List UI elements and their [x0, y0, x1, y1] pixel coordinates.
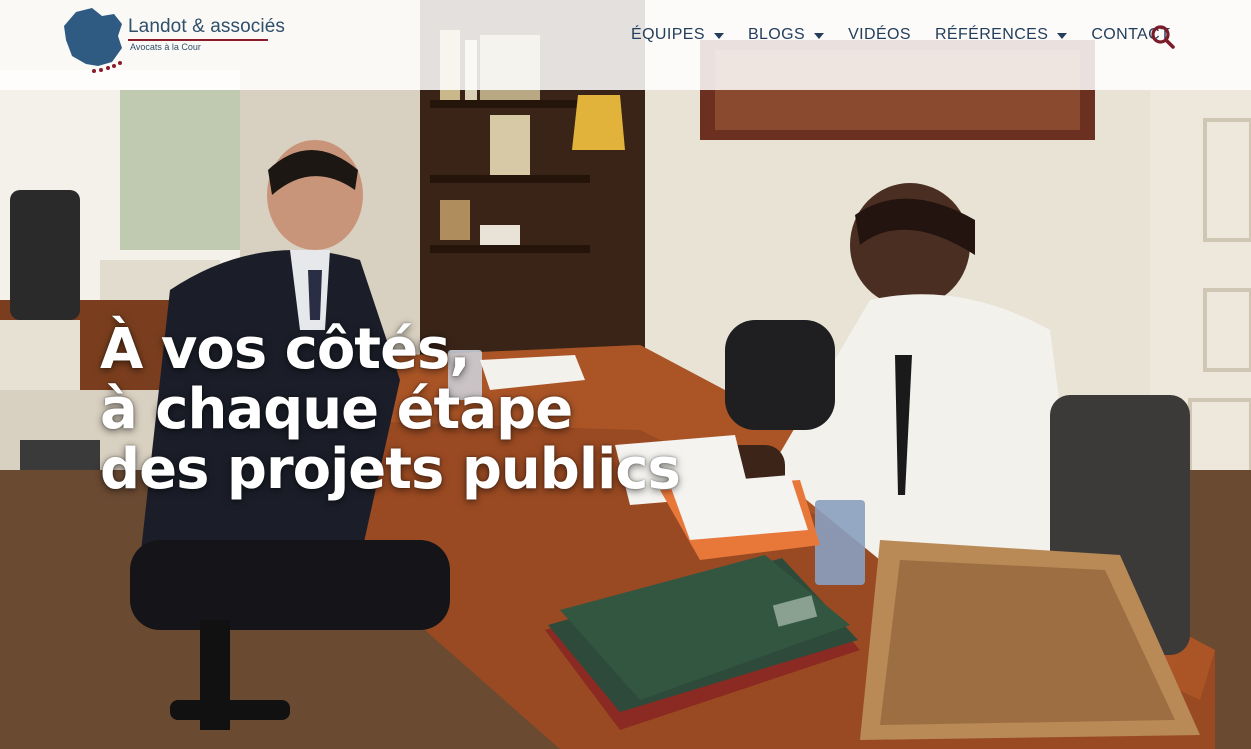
chevron-down-icon	[814, 32, 825, 39]
nav-item-label: VIDÉOS	[848, 26, 911, 43]
logo-tagline: Avocats à la Cour	[130, 42, 201, 52]
logo-divider	[128, 39, 268, 41]
chevron-down-icon	[713, 32, 724, 39]
nav-item-equipes[interactable]: ÉQUIPES	[631, 26, 724, 44]
chevron-down-icon	[1057, 32, 1068, 39]
nav-item-label: RÉFÉRENCES	[934, 26, 1049, 43]
search-button[interactable]	[1150, 24, 1176, 50]
france-map-icon	[64, 8, 122, 73]
nav-item-videos[interactable]: VIDÉOS	[848, 26, 911, 44]
nav-item-label: BLOGS	[747, 26, 806, 43]
hero-headline: À vos côtés, à chaque étape des projets …	[100, 320, 800, 500]
nav-item-label: ÉQUIPES	[631, 26, 705, 43]
headline-line-2: à chaque étape	[100, 377, 573, 442]
nav-item-references[interactable]: RÉFÉRENCES	[934, 26, 1068, 44]
search-icon	[1151, 25, 1175, 49]
site-header: Landot & associés Avocats à la Cour ÉQUI…	[0, 0, 1251, 90]
site-logo[interactable]: Landot & associés Avocats à la Cour	[62, 6, 285, 76]
nav-item-blogs[interactable]: BLOGS	[747, 26, 825, 44]
logo-name: Landot & associés	[128, 16, 285, 37]
headline-line-3: des projets publics	[100, 437, 681, 502]
main-navigation: ÉQUIPES BLOGS VIDÉOS RÉFÉRENCES CONTACT	[631, 24, 1170, 46]
headline-line-1: À vos côtés,	[100, 317, 471, 382]
